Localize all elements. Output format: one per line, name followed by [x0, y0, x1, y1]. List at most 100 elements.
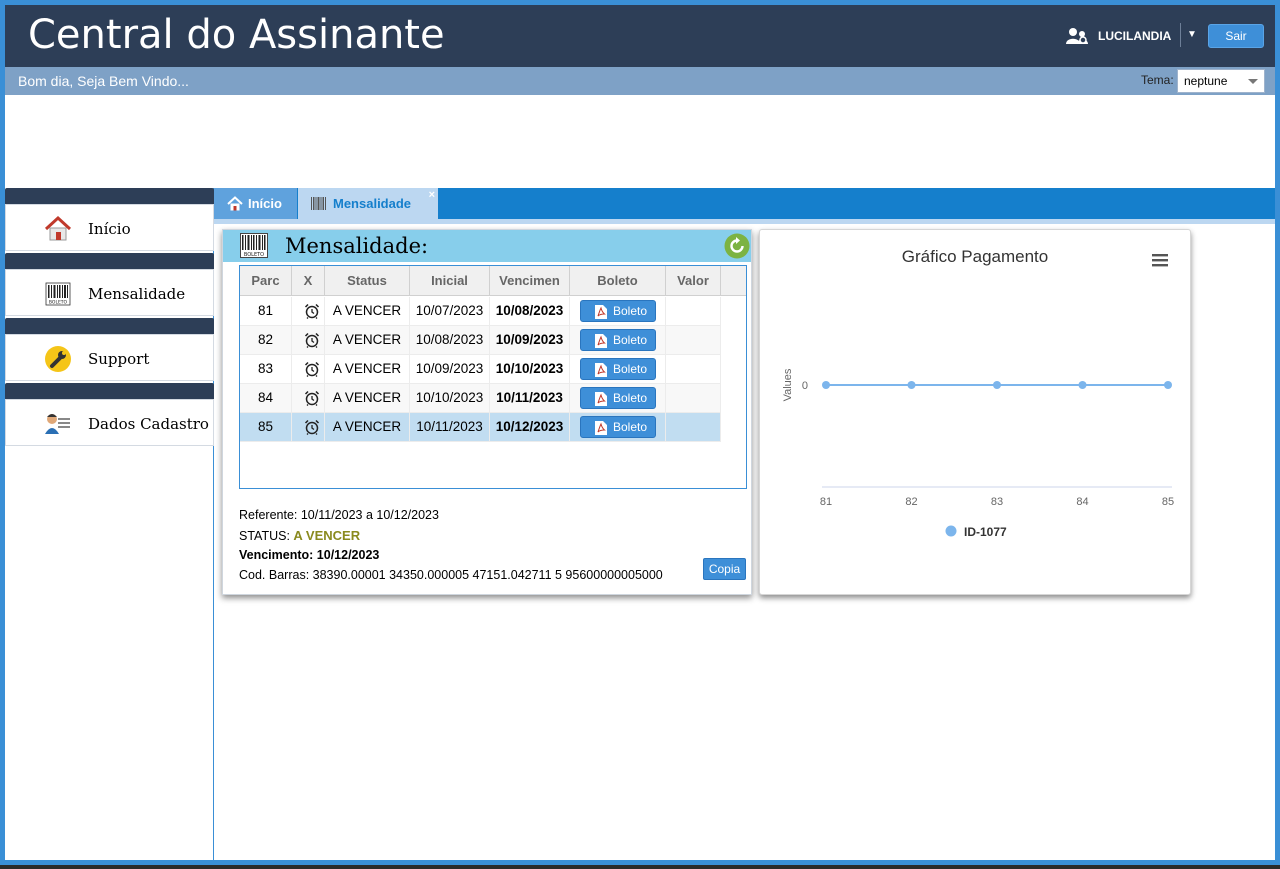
cell-status: A VENCER — [325, 355, 410, 384]
table-row[interactable]: 81 A VENCER 10/07/2023 10/08/2023 Boleto — [240, 297, 721, 326]
cell-boleto: Boleto — [570, 384, 666, 413]
status-value: A VENCER — [293, 527, 361, 543]
cell-inicial: 10/10/2023 — [410, 384, 490, 413]
refresh-icon[interactable] — [724, 233, 750, 259]
column-header-status[interactable]: Status — [325, 266, 410, 296]
x-tick-label: 84 — [1076, 496, 1088, 508]
status-label: STATUS: — [239, 528, 294, 543]
theme-value: neptune — [1184, 74, 1228, 88]
app-window: Central do Assinante LUCILANDIA ▼ Sair B… — [0, 0, 1280, 865]
column-header-vencimento[interactable]: Vencimen — [490, 266, 570, 296]
legend-marker — [945, 525, 957, 537]
pdf-icon — [595, 334, 607, 348]
cell-valor — [666, 326, 721, 355]
boleto-button[interactable]: Boleto — [580, 329, 656, 351]
boleto-button[interactable]: Boleto — [580, 300, 656, 322]
table-row[interactable]: 82 A VENCER 10/08/2023 10/09/2023 Boleto — [240, 326, 721, 355]
cell-boleto: Boleto — [570, 355, 666, 384]
alarm-clock-icon — [304, 390, 320, 406]
data-point — [993, 381, 1001, 389]
users-icon — [1066, 28, 1088, 44]
barcode-number-text: Cod. Barras: 38390.00001 34350.000005 47… — [239, 567, 663, 582]
wrench-icon — [45, 346, 71, 372]
x-tick-label: 82 — [905, 496, 917, 508]
cell-alarm — [292, 413, 325, 442]
theme-label: Tema: — [1141, 73, 1174, 87]
mensalidade-panel: BOLETO Mensalidade: Parc X Status Inicia… — [222, 229, 752, 595]
user-name[interactable]: LUCILANDIA — [1098, 29, 1171, 43]
mensalidade-grid: Parc X Status Inicial Vencimen Boleto Va… — [239, 265, 747, 489]
cell-valor — [666, 413, 721, 442]
table-row[interactable]: 84 A VENCER 10/10/2023 10/11/2023 Boleto — [240, 384, 721, 413]
column-header-x[interactable]: X — [292, 266, 325, 296]
header-divider — [1180, 23, 1181, 47]
cell-vencimento: 10/09/2023 — [490, 326, 570, 355]
payment-info: Referente: 10/11/2023 a 10/12/2023 STATU… — [239, 506, 663, 585]
sidebar-item-mensalidade[interactable]: BOLETO Mensalidade — [5, 269, 214, 316]
column-header-parc[interactable]: Parc — [240, 266, 292, 296]
vencimento-text: Vencimento: 10/12/2023 — [239, 548, 380, 562]
cell-status: A VENCER — [325, 384, 410, 413]
user-card-icon — [45, 414, 70, 434]
cell-alarm — [292, 384, 325, 413]
sidebar-item-support[interactable]: Support — [5, 334, 214, 381]
status-line: STATUS: A VENCER — [239, 526, 663, 547]
boleto-button-label: Boleto — [613, 304, 648, 318]
x-tick-label: 81 — [820, 496, 832, 508]
table-row[interactable]: 85 A VENCER 10/11/2023 10/12/2023 Boleto — [240, 413, 721, 442]
panel-title: Mensalidade: — [285, 234, 429, 258]
tab-mensalidade[interactable]: Mensalidade × — [298, 188, 438, 219]
boleto-button-label: Boleto — [613, 391, 648, 405]
user-dropdown-icon[interactable]: ▼ — [1185, 27, 1199, 43]
cell-vencimento: 10/11/2023 — [490, 384, 570, 413]
sidebar: Início BOLETO Mensalidade Support Dados … — [5, 188, 214, 860]
referente-text: Referente: 10/11/2023 a 10/12/2023 — [239, 508, 439, 522]
tab-strip — [214, 219, 1275, 224]
cell-parc: 84 — [240, 384, 292, 413]
tab-inicio[interactable]: Início — [214, 188, 297, 219]
top-header: Central do Assinante LUCILANDIA ▼ Sair — [5, 5, 1275, 67]
cell-inicial: 10/09/2023 — [410, 355, 490, 384]
pdf-icon — [595, 392, 607, 406]
barcode-icon: BOLETO — [45, 282, 71, 306]
cell-status: A VENCER — [325, 297, 410, 326]
alarm-clock-icon — [304, 332, 320, 348]
grid-header: Parc X Status Inicial Vencimen Boleto Va… — [240, 266, 746, 296]
boleto-button[interactable]: Boleto — [580, 416, 656, 438]
app-title: Central do Assinante — [28, 12, 445, 58]
sidebar-item-dados-cadastro[interactable]: Dados Cadastro — [5, 399, 214, 446]
cell-parc: 82 — [240, 326, 292, 355]
theme-select[interactable]: neptune — [1177, 69, 1265, 93]
cell-inicial: 10/07/2023 — [410, 297, 490, 326]
cell-inicial: 10/11/2023 — [410, 413, 490, 442]
y-tick-label: 0 — [802, 380, 808, 392]
sidebar-section-header — [5, 318, 214, 334]
chart-panel: Values 0 81 82 83 84 85 ID-1077 Gráfico Pagamen… — [759, 229, 1191, 595]
column-header-inicial[interactable]: Inicial — [410, 266, 490, 296]
boleto-button[interactable]: Boleto — [580, 358, 656, 380]
table-row[interactable]: 83 A VENCER 10/09/2023 10/10/2023 Boleto — [240, 355, 721, 384]
sidebar-item-inicio[interactable]: Início — [5, 204, 214, 251]
barcode-icon: BOLETO — [240, 233, 268, 258]
menu-icon[interactable] — [1152, 253, 1168, 267]
column-header-valor[interactable]: Valor — [666, 266, 721, 296]
legend-label: ID-1077 — [964, 525, 1007, 539]
cell-status: A VENCER — [325, 413, 410, 442]
column-header-boleto[interactable]: Boleto — [570, 266, 666, 296]
home-icon — [227, 196, 243, 211]
logout-button[interactable]: Sair — [1208, 24, 1264, 48]
cell-valor — [666, 297, 721, 326]
tab-label: Início — [248, 196, 282, 211]
barcode-icon — [311, 197, 326, 210]
cell-vencimento: 10/12/2023 — [490, 413, 570, 442]
sidebar-section-header — [5, 383, 214, 399]
pdf-icon — [595, 363, 607, 377]
sidebar-section-header — [5, 253, 214, 269]
sidebar-item-label: Dados Cadastro — [88, 415, 209, 433]
close-icon[interactable]: × — [429, 189, 435, 201]
chevron-down-icon — [1248, 79, 1258, 84]
copy-button[interactable]: Copia — [703, 558, 746, 580]
cell-alarm — [292, 297, 325, 326]
boleto-button[interactable]: Boleto — [580, 387, 656, 409]
alarm-clock-icon — [304, 303, 320, 319]
